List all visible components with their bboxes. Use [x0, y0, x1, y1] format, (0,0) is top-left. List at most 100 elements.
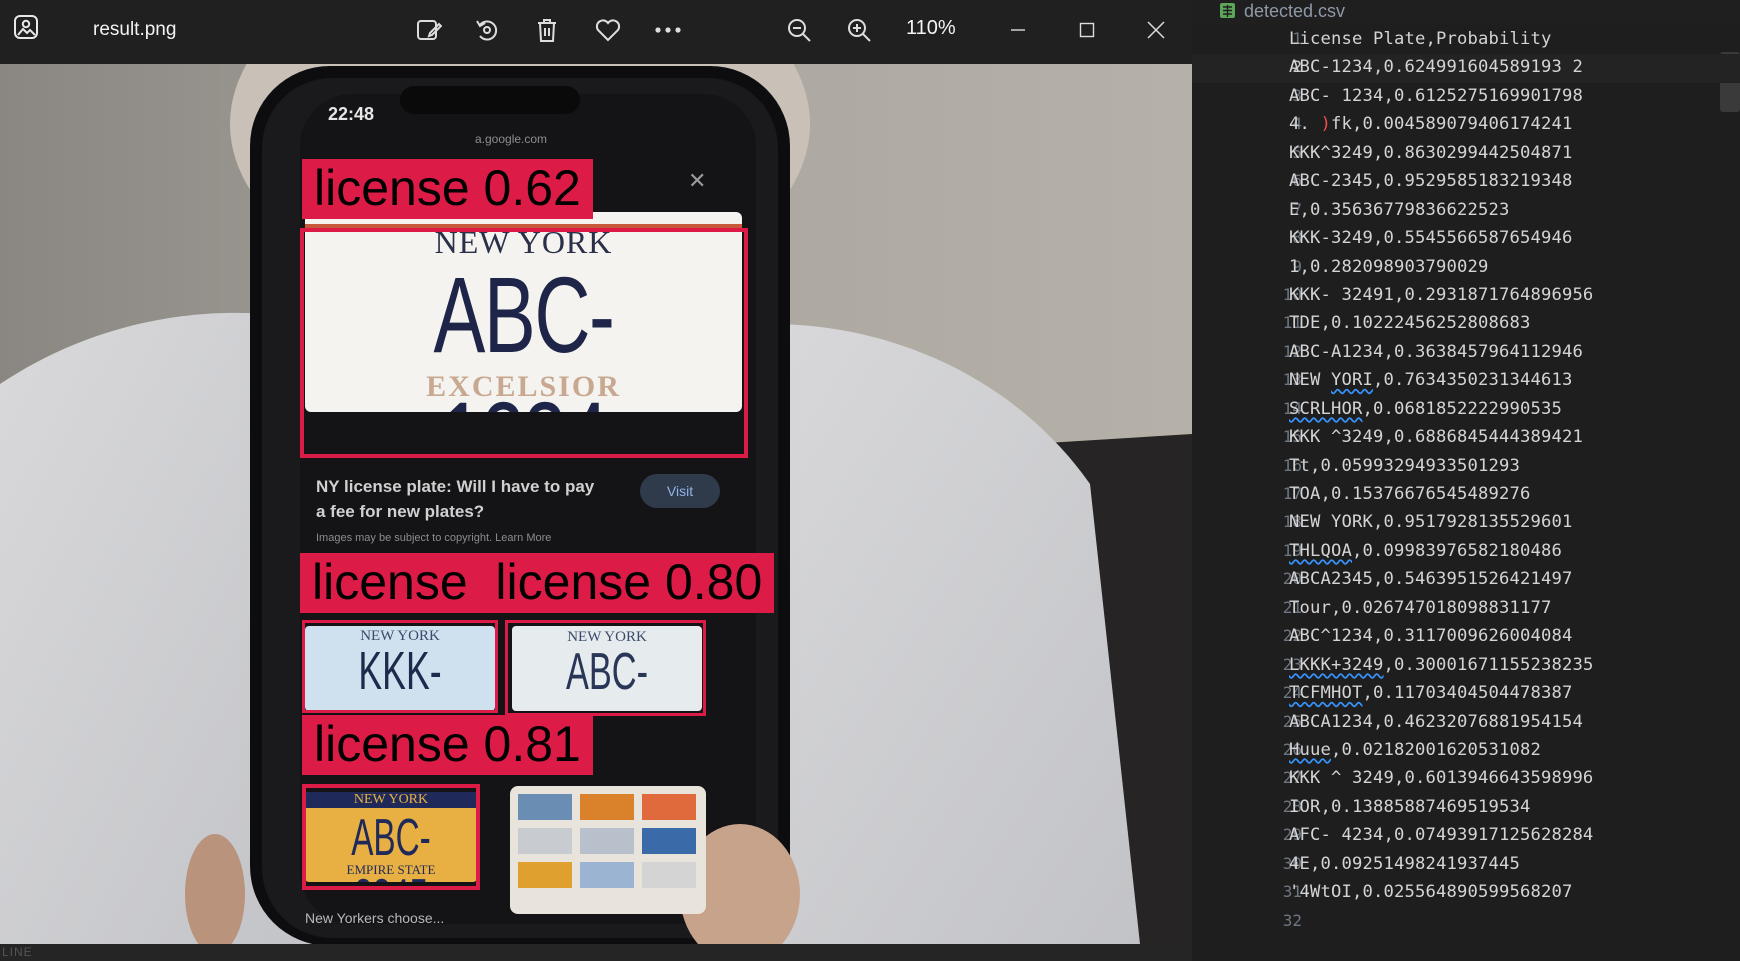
detection-box [300, 228, 748, 458]
line-text: ABCA2345,0.5463951526421497 [1289, 569, 1573, 590]
maximize-icon[interactable] [1069, 12, 1105, 48]
zoom-out-icon[interactable] [781, 12, 817, 48]
code-line[interactable]: 1 License Plate,Probability [1192, 26, 1740, 54]
detection-label: license 0.62 [302, 159, 593, 219]
photos-app-icon [14, 15, 38, 39]
code-line[interactable]: 22 ABC^1234,0.3117009626004084 [1192, 623, 1740, 651]
code-line[interactable]: 20 ABCA2345,0.5463951526421497 [1192, 566, 1740, 594]
line-text: ABC-1234,0.624991604589193 2 [1289, 57, 1583, 78]
line-text: KKK- 32491,0.2931871764896956 [1289, 284, 1594, 305]
line-text: ABC^1234,0.3117009626004084 [1289, 626, 1573, 647]
visit-button: Visit [640, 474, 720, 508]
code-line[interactable]: 14 SCRLHOR,0.0681852222990535 [1192, 396, 1740, 424]
editor-tab[interactable]: detected.csv [1192, 0, 1740, 24]
minimize-icon[interactable] [1000, 12, 1036, 48]
code-line[interactable]: 16 Tt,0.05993294933501293 [1192, 453, 1740, 481]
code-line[interactable]: 25 ABCA1234,0.46232076881954154 [1192, 709, 1740, 737]
phone-caption-small: Images may be subject to copyright. Lear… [316, 532, 552, 544]
line-text: TOA,0.15376676545489276 [1289, 484, 1531, 504]
code-line[interactable]: 29 AFC- 4234,0.07493917125628284 [1192, 822, 1740, 850]
code-line[interactable]: 2 ABC-1234,0.624991604589193 2 [1192, 54, 1740, 83]
zoom-in-icon[interactable] [841, 12, 877, 48]
code-line[interactable]: 24 TCFMHOT,0.11703404504478387 [1192, 680, 1740, 708]
code-line[interactable]: 13 NEW YORI,0.7634350231344613 [1192, 367, 1740, 395]
line-text: NEW YORK,0.9517928135529601 [1289, 512, 1573, 533]
phone-caption-line2: a fee for new plates? [316, 502, 485, 521]
code-editor: detected.csv 1 License Plate,Probability 2… [1192, 0, 1740, 961]
code-line[interactable]: 23 LKKK+3249,0.30001671155238235 [1192, 652, 1740, 680]
line-text: E,0.35636779836622523 [1289, 199, 1510, 220]
line-text: License Plate,Probability [1289, 29, 1552, 49]
rotate-icon[interactable] [469, 12, 505, 48]
code-lines[interactable]: 1 License Plate,Probability 2 ABC-1234,0.62… [1192, 26, 1740, 936]
phone-status-time: 22:48 [328, 104, 375, 124]
detection-label: license license 0.80 [300, 553, 775, 613]
csv-file-icon [1220, 3, 1235, 18]
code-line[interactable]: 6 ABC-2345,0.9529585183219348 [1192, 168, 1740, 196]
phone-caption-line1: NY license plate: Will I have to pay [316, 477, 595, 496]
line-text: '4WtOI,0.025564890599568207 [1289, 882, 1573, 903]
line-text: 4E,0.09251498241937445 [1289, 853, 1520, 874]
line-number: 32 [1282, 910, 1302, 930]
code-line[interactable]: 11 TDE,0.10222456252808683 [1192, 310, 1740, 338]
code-line[interactable]: 9 1,0.282098903790029 [1192, 254, 1740, 282]
line-text: Huue,0.02182001620531082 [1289, 739, 1541, 760]
code-line[interactable]: 3 ABC- 1234,0.6125275169901798 [1192, 83, 1740, 111]
line-text: 1,0.282098903790029 [1289, 256, 1489, 277]
photo-viewer-window: result.png 110% 22:48 a.google.com ✕ NEW… [0, 0, 1192, 961]
viewer-titlebar: result.png 110% [0, 0, 1192, 64]
line-text: IOR,0.13885887469519534 [1289, 796, 1531, 817]
phone-url: a.google.com [475, 132, 548, 146]
code-line[interactable]: 8 KKK-3249,0.5545566587654946 [1192, 225, 1740, 253]
phone-close-icon: ✕ [688, 168, 707, 193]
code-line[interactable]: 26 Huue,0.02182001620531082 [1192, 737, 1740, 765]
code-line[interactable]: 7 E,0.35636779836622523 [1192, 197, 1740, 225]
line-text: LKKK+3249,0.30001671155238235 [1289, 654, 1594, 675]
code-line[interactable]: 30 4E,0.09251498241937445 [1192, 851, 1740, 879]
line-text: AFC- 4234,0.07493917125628284 [1289, 825, 1594, 846]
edit-image-icon[interactable] [411, 12, 447, 48]
code-line[interactable]: 10 KKK- 32491,0.2931871764896956 [1192, 282, 1740, 310]
bottom-text: LINE [2, 945, 33, 959]
detection-box [302, 620, 498, 713]
line-text: THLQOA,0.09983976582180486 [1289, 540, 1562, 561]
zoom-level[interactable]: 110% [906, 17, 956, 40]
code-line[interactable]: 31'4WtOI,0.025564890599568207 [1192, 879, 1740, 907]
line-text: 4. )fk,0.004589079406174241 [1289, 114, 1573, 135]
line-text: ABC-A1234,0.3638457964112946 [1289, 341, 1583, 362]
code-line[interactable]: 15 KKK ^3249,0.6886845444389421 [1192, 424, 1740, 452]
code-line[interactable]: 12 ABC-A1234,0.3638457964112946 [1192, 339, 1740, 367]
detection-box [302, 784, 480, 890]
detection-label: license 0.81 [302, 715, 593, 775]
phone-bottom-caption: New Yorkers choose... [305, 910, 445, 926]
code-line[interactable]: 19 THLQOA,0.09983976582180486 [1192, 538, 1740, 566]
code-line[interactable]: 27 KKK ^ 3249,0.6013946643598996 [1192, 765, 1740, 793]
code-line[interactable]: 32 [1192, 908, 1740, 936]
line-text: KKK ^ 3249,0.6013946643598996 [1289, 768, 1594, 789]
more-icon[interactable] [650, 12, 686, 48]
delete-icon[interactable] [529, 12, 565, 48]
line-text: TCFMHOT,0.11703404504478387 [1289, 683, 1573, 704]
viewer-bottom-bar: LINE [0, 944, 1192, 961]
tab-title: detected.csv [1244, 1, 1346, 21]
line-text: NEW YORI,0.7634350231344613 [1289, 370, 1573, 391]
line-text: KKK ^3249,0.6886845444389421 [1289, 427, 1583, 448]
line-text: SCRLHOR,0.0681852222990535 [1289, 398, 1562, 419]
file-name: result.png [93, 19, 177, 40]
line-text: KKK-3249,0.5545566587654946 [1289, 228, 1573, 249]
code-line[interactable]: 21 Tour,0.026747018098831177 [1192, 595, 1740, 623]
photo-image: 22:48 a.google.com ✕ NEW YORK ABC-1234 E… [0, 64, 1192, 944]
line-text: ABC-2345,0.9529585183219348 [1289, 171, 1573, 192]
close-icon[interactable] [1138, 12, 1174, 48]
line-text: ABCA1234,0.46232076881954154 [1289, 711, 1583, 732]
line-text: KKK^3249,0.8630299442504871 [1289, 142, 1573, 163]
code-line[interactable]: 28 IOR,0.13885887469519534 [1192, 794, 1740, 822]
favorite-icon[interactable] [590, 12, 626, 48]
code-line[interactable]: 5 KKK^3249,0.8630299442504871 [1192, 140, 1740, 168]
code-line[interactable]: 17 TOA,0.15376676545489276 [1192, 481, 1740, 509]
line-text: Tour,0.026747018098831177 [1289, 597, 1552, 618]
code-line[interactable]: 18 NEW YORK,0.9517928135529601 [1192, 509, 1740, 537]
line-text: TDE,0.10222456252808683 [1289, 313, 1531, 334]
code-line[interactable]: 4 4. )fk,0.004589079406174241 [1192, 111, 1740, 139]
line-text: ABC- 1234,0.6125275169901798 [1289, 85, 1583, 106]
